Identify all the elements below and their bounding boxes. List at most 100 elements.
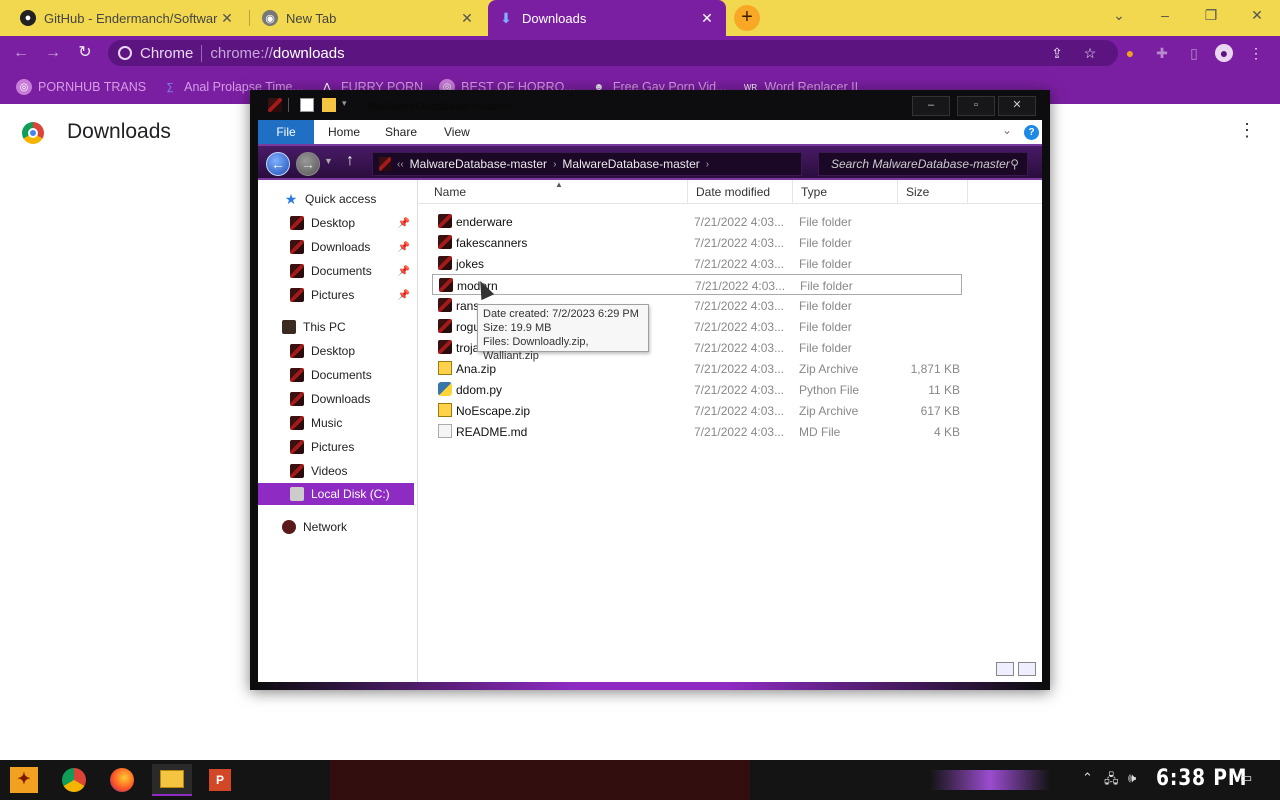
close-window-button[interactable]: ✕ <box>1234 0 1280 30</box>
nav-pc-documents[interactable]: Documents <box>258 364 414 386</box>
bookmark-star-icon[interactable]: ☆ <box>1081 44 1099 62</box>
chevron-up-icon[interactable]: ⌃ <box>1082 770 1093 786</box>
new-folder-icon[interactable] <box>322 98 336 112</box>
chevron-right-icon[interactable]: › <box>706 159 709 170</box>
tab-search-icon[interactable]: ⌄ <box>1096 0 1142 30</box>
details-view-icon[interactable] <box>996 662 1014 676</box>
tab-view[interactable]: View <box>432 120 482 144</box>
reload-icon[interactable]: ↻ <box>74 42 96 64</box>
notification-icon[interactable]: ▭ <box>1240 770 1252 786</box>
tab-new-tab[interactable]: ◉ New Tab ✕ <box>252 0 486 36</box>
file-date: 7/21/2022 4:03... <box>694 425 785 439</box>
minimize-button[interactable]: – <box>1142 0 1188 30</box>
url-scheme: chrome:// <box>210 44 273 62</box>
maximize-button[interactable]: ▫ <box>957 96 995 116</box>
file-date: 7/21/2022 4:03... <box>695 279 786 293</box>
more-options-icon[interactable]: ⋮ <box>1238 120 1256 141</box>
side-panel-icon[interactable]: ▯ <box>1185 44 1203 62</box>
file-row[interactable]: jokes 7/21/2022 4:03... File folder <box>432 253 962 274</box>
column-date[interactable]: Date modified <box>688 180 793 204</box>
profile-avatar[interactable]: ● <box>1215 44 1233 62</box>
file-row[interactable]: ddom.py 7/21/2022 4:03... Python File 11… <box>432 379 962 400</box>
back-icon[interactable]: ← <box>10 42 32 64</box>
volume-icon[interactable]: 🕪 <box>1128 770 1136 786</box>
file-row[interactable]: fakescanners 7/21/2022 4:03... File fold… <box>432 232 962 253</box>
chrome-icon <box>62 768 86 792</box>
nav-pc-desktop[interactable]: Desktop <box>258 340 414 362</box>
network-tray-icon[interactable]: 🖧 <box>1104 770 1119 792</box>
forward-button[interactable]: → <box>296 152 320 176</box>
tab-file[interactable]: File <box>258 120 314 144</box>
breadcrumb-item[interactable]: MalwareDatabase-master <box>410 157 547 171</box>
nav-this-pc[interactable]: This PC <box>258 316 414 338</box>
address-bar[interactable]: Chrome chrome://downloads <box>108 40 1118 66</box>
nav-pc-videos[interactable]: Videos <box>258 460 414 482</box>
new-tab-button[interactable]: + <box>734 5 760 31</box>
share-icon[interactable]: ⇪ <box>1048 44 1066 62</box>
bookmark-item[interactable]: ◎ PORNHUB TRANS <box>16 79 146 95</box>
help-icon[interactable]: ? <box>1024 125 1039 140</box>
nav-quick-access[interactable]: ★ Quick access <box>258 188 414 210</box>
start-button[interactable]: ✦ <box>10 767 38 793</box>
file-row[interactable]: modern 7/21/2022 4:03... File folder <box>432 274 962 295</box>
puzzle-icon[interactable]: ✚ <box>1153 44 1171 62</box>
site-info-chip[interactable]: Chrome <box>118 44 203 62</box>
large-icons-view-icon[interactable] <box>1018 662 1036 676</box>
powerpoint-taskbar-icon[interactable]: P <box>200 764 240 796</box>
column-type[interactable]: Type <box>793 180 898 204</box>
folder-icon <box>290 416 304 430</box>
restore-button[interactable]: ❐ <box>1188 0 1234 30</box>
nav-documents[interactable]: Documents 📌 <box>258 260 414 282</box>
file-row[interactable]: README.md 7/21/2022 4:03... MD File 4 KB <box>432 421 962 442</box>
close-icon[interactable]: ✕ <box>698 10 716 27</box>
firefox-taskbar-icon[interactable] <box>102 764 142 796</box>
file-row[interactable]: enderware 7/21/2022 4:03... File folder <box>432 211 962 232</box>
extension-icon[interactable]: ● <box>1121 44 1139 62</box>
taskbar-glow <box>930 770 1050 790</box>
file-row[interactable]: NoEscape.zip 7/21/2022 4:03... Zip Archi… <box>432 400 962 421</box>
tab-downloads[interactable]: ⬇ Downloads ✕ <box>488 0 726 36</box>
file-explorer-taskbar-icon[interactable] <box>152 764 192 796</box>
file-name: enderware <box>456 215 513 229</box>
properties-icon[interactable] <box>300 98 314 112</box>
recent-locations-icon[interactable]: ▼ <box>324 156 333 166</box>
back-button[interactable]: ← <box>266 152 290 176</box>
file-type: File folder <box>799 215 852 229</box>
file-date: 7/21/2022 4:03... <box>694 362 785 376</box>
close-icon[interactable]: ✕ <box>458 10 476 27</box>
nav-pc-downloads[interactable]: Downloads <box>258 388 414 410</box>
nav-downloads[interactable]: Downloads 📌 <box>258 236 414 258</box>
nav-desktop[interactable]: Desktop 📌 <box>258 212 414 234</box>
nav-local-disk[interactable]: Local Disk (C:) <box>258 483 414 505</box>
explorer-address-bar: ← → ▼ ↑ ‹‹ MalwareDatabase-master › Malw… <box>258 144 1042 180</box>
close-icon[interactable]: ✕ <box>218 10 236 27</box>
search-input[interactable]: Search MalwareDatabase-master ⚲ <box>818 152 1028 176</box>
nav-label: Downloads <box>311 392 371 406</box>
zip-file-icon <box>438 361 452 375</box>
bookmark-icon: ∑ <box>166 81 174 93</box>
nav-pc-music[interactable]: Music <box>258 412 414 434</box>
chevron-right-icon[interactable]: › <box>553 159 556 170</box>
column-size[interactable]: Size <box>898 180 968 204</box>
nav-pictures[interactable]: Pictures 📌 <box>258 284 414 306</box>
chevron-down-icon[interactable]: ▾ <box>342 98 356 112</box>
up-folder-icon[interactable]: ↑ <box>346 152 354 170</box>
nav-network[interactable]: Network <box>258 516 414 538</box>
expand-ribbon-icon[interactable]: ⌄ <box>1002 123 1012 137</box>
chrome-taskbar-icon[interactable] <box>54 764 94 796</box>
minimize-button[interactable]: – <box>912 96 950 116</box>
tab-github[interactable]: ● GitHub - Endermanch/Softwar ✕ <box>10 0 246 36</box>
tab-share[interactable]: Share <box>373 120 429 144</box>
taskbar-clock[interactable]: 6:38 PM <box>1156 766 1247 791</box>
folder-icon <box>290 288 304 302</box>
github-icon: ● <box>20 10 36 26</box>
close-button[interactable]: ✕ <box>998 96 1036 116</box>
file-date: 7/21/2022 4:03... <box>694 215 785 229</box>
file-name: rans <box>456 299 480 313</box>
forward-icon[interactable]: → <box>42 42 64 64</box>
menu-icon[interactable]: ⋮ <box>1247 44 1265 62</box>
nav-pc-pictures[interactable]: Pictures <box>258 436 414 458</box>
breadcrumb-item[interactable]: MalwareDatabase-master <box>562 157 699 171</box>
tab-home[interactable]: Home <box>316 120 372 144</box>
breadcrumb[interactable]: ‹‹ MalwareDatabase-master › MalwareDatab… <box>372 152 802 176</box>
